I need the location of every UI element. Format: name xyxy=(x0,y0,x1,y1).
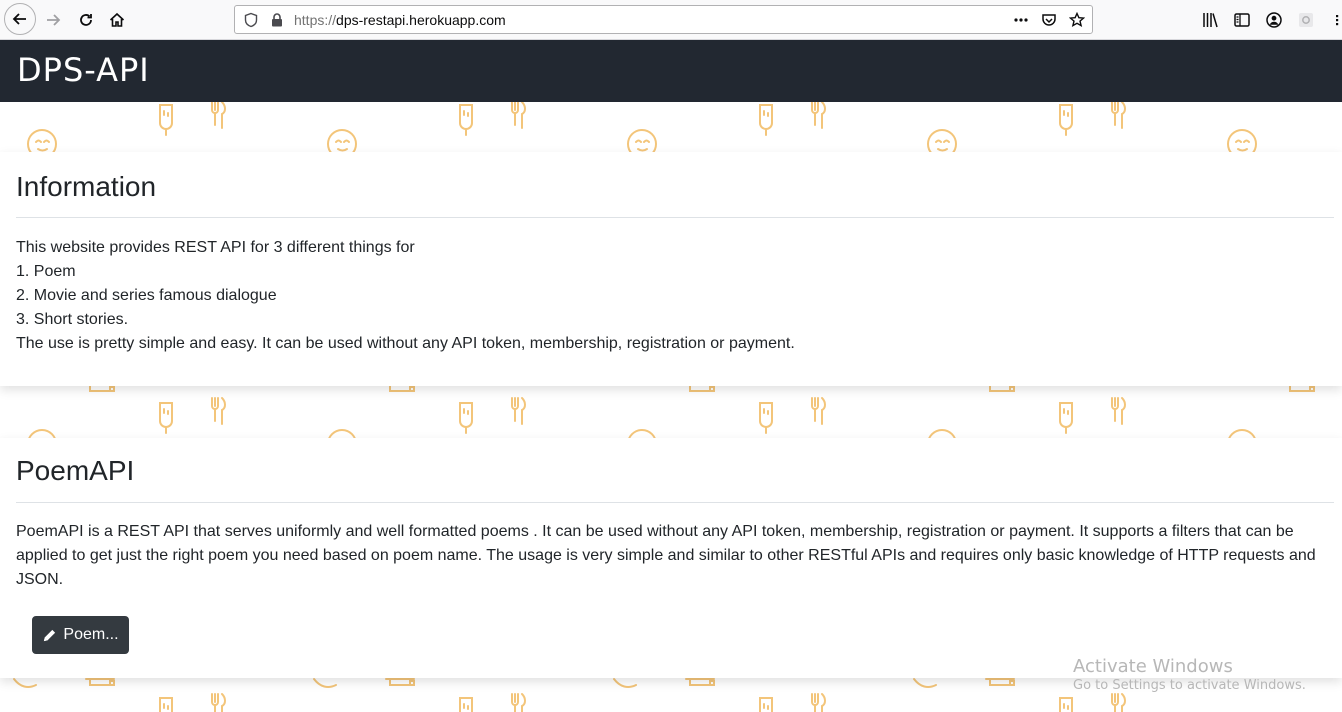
forward-button[interactable] xyxy=(38,5,68,35)
site-navbar: DPS-API xyxy=(0,40,1342,102)
home-button[interactable] xyxy=(102,5,132,35)
arrow-left-icon xyxy=(12,13,26,25)
information-line: 2. Movie and series famous dialogue xyxy=(16,287,277,304)
browser-toolbar: https://dps-restapi.herokuapp.com xyxy=(0,0,1342,40)
activate-windows-watermark: Activate Windows Go to Settings to activ… xyxy=(1073,656,1306,693)
lock-icon[interactable] xyxy=(269,12,285,28)
poem-button-label: Poem... xyxy=(63,626,119,643)
reload-icon xyxy=(80,14,92,26)
information-line: The use is pretty simple and easy. It ca… xyxy=(16,335,795,352)
reload-button[interactable] xyxy=(71,5,101,35)
menu-icon[interactable] xyxy=(1333,11,1341,29)
watermark-subtitle: Go to Settings to activate Windows. xyxy=(1073,678,1306,693)
sidebar-icon[interactable] xyxy=(1233,11,1251,29)
divider xyxy=(16,217,1334,218)
back-button[interactable] xyxy=(4,3,36,35)
arrow-right-icon xyxy=(47,14,61,26)
home-icon xyxy=(109,12,125,27)
poem-api-description: PoemAPI is a REST API that serves unifor… xyxy=(16,523,1316,588)
poem-api-title: PoemAPI xyxy=(16,455,135,486)
url-host: dps-restapi.herokuapp.com xyxy=(336,12,506,28)
information-line: This website provides REST API for 3 dif… xyxy=(16,239,415,256)
brand-logo[interactable]: DPS-API xyxy=(17,51,150,89)
divider xyxy=(16,502,1334,503)
account-icon[interactable] xyxy=(1265,11,1283,29)
more-dots-icon[interactable] xyxy=(1013,12,1029,28)
watermark-title: Activate Windows xyxy=(1073,656,1233,677)
bookmark-star-icon[interactable] xyxy=(1069,12,1085,28)
extension-icon[interactable] xyxy=(1297,11,1315,29)
poem-api-card: PoemAPI PoemAPI is a REST API that serve… xyxy=(0,438,1342,678)
shield-icon[interactable] xyxy=(243,12,259,28)
library-icon[interactable] xyxy=(1201,11,1219,29)
url-text[interactable]: https://dps-restapi.herokuapp.com xyxy=(294,12,506,28)
information-title: Information xyxy=(16,171,157,202)
pencil-icon xyxy=(44,629,56,641)
information-line: 1. Poem xyxy=(16,263,76,280)
pocket-icon[interactable] xyxy=(1041,12,1057,28)
poem-button[interactable]: Poem... xyxy=(32,616,129,654)
address-bar[interactable]: https://dps-restapi.herokuapp.com xyxy=(234,5,1093,34)
information-body: This website provides REST API for 3 dif… xyxy=(16,236,1316,356)
information-card: Information This website provides REST A… xyxy=(0,152,1342,386)
information-line: 3. Short stories. xyxy=(16,311,129,328)
url-scheme: https:// xyxy=(294,12,337,28)
